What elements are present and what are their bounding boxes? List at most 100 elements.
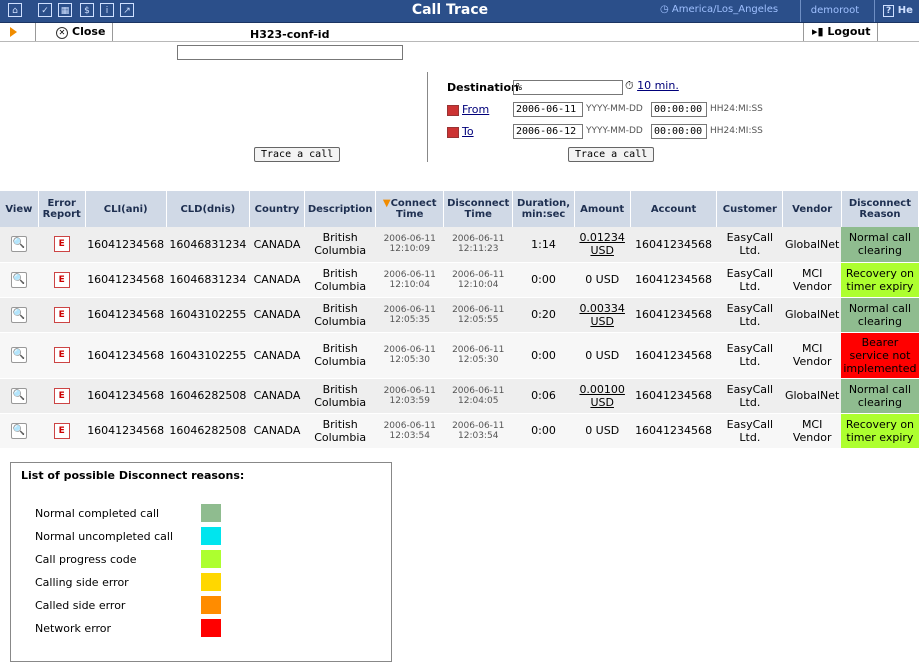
country-cell: CANADA — [249, 413, 305, 449]
cli-cell: 16041234568 — [85, 332, 167, 379]
from-link[interactable]: From — [462, 103, 489, 116]
amount-cell[interactable]: 0.00334 USD — [574, 297, 631, 333]
destination-label: Destination — [447, 81, 519, 94]
legend-swatch — [201, 573, 221, 591]
amount-value[interactable]: 0.01234 — [579, 231, 625, 244]
vendor-cell: MCI Vendor — [782, 332, 842, 379]
disconnect-reason-cell: Bearer service not implemented — [841, 332, 919, 379]
timezone-link[interactable]: ◷ America/Los_Angeles — [660, 4, 778, 15]
help-link[interactable]: ? He — [874, 0, 913, 22]
error-report-icon[interactable]: E — [53, 422, 70, 439]
error-report-icon[interactable]: E — [53, 236, 70, 253]
checkbox-icon[interactable]: ✓ — [38, 3, 52, 17]
disconnect-time-cell: 2006-06-11 12:05:55 — [443, 297, 513, 333]
help-icon[interactable]: ? — [883, 5, 895, 17]
from-date-input[interactable]: 2006-06-11 — [513, 102, 583, 117]
view-magnifier-icon[interactable]: 🔍 — [11, 271, 28, 288]
amount-cell[interactable]: 0.01234 USD — [574, 227, 631, 263]
column-header[interactable]: Amount — [574, 191, 631, 227]
error-report-icon[interactable]: E — [53, 387, 70, 404]
to-time-input[interactable]: 00:00:00 — [651, 124, 707, 139]
column-header[interactable]: Disconnect Reason — [841, 191, 919, 227]
connect-time: 12:03:54 — [389, 430, 430, 441]
timezone-label[interactable]: America/Los_Angeles — [672, 4, 778, 15]
column-header[interactable]: Country — [249, 191, 305, 227]
info-icon[interactable]: i — [100, 3, 114, 17]
calendar-icon[interactable] — [447, 126, 459, 138]
cli-cell: 16041234568 — [85, 378, 167, 414]
h323-input[interactable] — [177, 45, 403, 60]
view-magnifier-icon[interactable]: 🔍 — [11, 306, 28, 323]
home-icon[interactable]: ⌂ — [8, 3, 22, 17]
table-row: 🔍 E 16041234568 16043102255 CANADA Briti… — [0, 297, 919, 333]
column-header[interactable]: CLD(dnis) — [166, 191, 251, 227]
to-control[interactable]: To — [447, 125, 474, 138]
from-control[interactable]: From — [447, 103, 489, 116]
amount-cell[interactable]: 0.00100 USD — [574, 378, 631, 414]
column-header[interactable]: Customer — [716, 191, 784, 227]
connect-time: 12:03:59 — [389, 395, 430, 406]
description-cell: British Columbia — [304, 297, 376, 333]
vendor-cell: GlobalNet — [782, 227, 842, 263]
username-link[interactable]: demoroot — [800, 0, 869, 22]
from-time-input[interactable]: 00:00:00 — [651, 102, 707, 117]
column-header[interactable]: CLI(ani) — [85, 191, 167, 227]
country-cell: CANADA — [249, 332, 305, 379]
to-date-input[interactable]: 2006-06-12 — [513, 124, 583, 139]
legend-item-label: Calling side error — [35, 576, 129, 589]
cli-cell: 16041234568 — [85, 227, 167, 263]
view-magnifier-icon[interactable]: 🔍 — [11, 236, 28, 253]
h323-label: H323-conf-id — [250, 28, 330, 41]
destination-input[interactable]: % — [513, 80, 623, 95]
amount-currency[interactable]: USD — [590, 315, 614, 328]
view-magnifier-icon[interactable]: 🔍 — [11, 387, 28, 404]
amount-currency[interactable]: USD — [590, 396, 614, 409]
legend-item: Normal uncompleted call — [35, 527, 375, 545]
legend-item: Network error — [35, 619, 375, 637]
close-label: Close — [72, 25, 106, 38]
amount-value[interactable]: 0.00334 — [579, 302, 625, 315]
column-header[interactable]: Duration, min:sec — [512, 191, 575, 227]
error-report-icon[interactable]: E — [53, 347, 70, 363]
interval-link[interactable]: 10 min. — [637, 79, 679, 92]
sort-desc-icon: ▼ — [382, 198, 391, 209]
table-row: 🔍 E 16041234568 16043102255 CANADA Briti… — [0, 332, 919, 379]
description-cell: British Columbia — [304, 332, 376, 379]
column-header-label[interactable]: Connect Time — [391, 198, 437, 220]
view-magnifier-icon[interactable]: 🔍 — [11, 422, 28, 439]
trace-call-button-right[interactable]: Trace a call — [568, 147, 655, 162]
interval-control[interactable]: ⏱ 10 min. — [625, 79, 679, 93]
error-report-icon[interactable]: E — [53, 271, 70, 288]
amount-value[interactable]: 0.00100 — [579, 383, 625, 396]
disconnect-date: 2006-06-11 — [452, 420, 505, 431]
close-button[interactable]: ✕ Close — [56, 25, 105, 39]
logout-label: Logout — [827, 25, 871, 38]
connect-date: 2006-06-11 — [383, 420, 436, 431]
connect-time: 12:10:04 — [389, 279, 430, 290]
chart-icon[interactable]: ↗ — [120, 3, 134, 17]
disconnect-time-cell: 2006-06-11 12:04:05 — [443, 378, 513, 414]
calendar-icon[interactable] — [447, 104, 459, 116]
view-magnifier-icon[interactable]: 🔍 — [11, 347, 28, 363]
disconnect-date: 2006-06-11 — [452, 269, 505, 280]
grid-icon[interactable]: ▦ — [58, 3, 72, 17]
column-header[interactable]: Disconnect Time — [443, 191, 514, 227]
dollar-icon[interactable]: $ — [80, 3, 94, 17]
amount-currency[interactable]: USD — [590, 244, 614, 257]
column-header[interactable]: Description — [304, 191, 377, 227]
table-row: 🔍 E 16041234568 16046282508 CANADA Briti… — [0, 413, 919, 449]
trace-call-button-left[interactable]: Trace a call — [254, 147, 341, 162]
clock-icon: ⏱ — [625, 79, 634, 92]
disconnect-time: 12:11:23 — [458, 244, 499, 255]
country-cell: CANADA — [249, 262, 305, 298]
error-report-icon[interactable]: E — [53, 306, 70, 323]
logout-button[interactable]: ▸▮ Logout — [812, 25, 871, 38]
column-header[interactable]: Vendor — [782, 191, 842, 227]
help-label[interactable]: He — [898, 5, 913, 16]
table-row: 🔍 E 16041234568 16046831234 CANADA Briti… — [0, 227, 919, 263]
account-cell: 16041234568 — [630, 332, 717, 379]
legend-swatch — [201, 504, 221, 522]
column-header[interactable]: ▼Connect Time — [375, 191, 445, 227]
column-header[interactable]: Account — [630, 191, 718, 227]
to-link[interactable]: To — [462, 125, 474, 138]
